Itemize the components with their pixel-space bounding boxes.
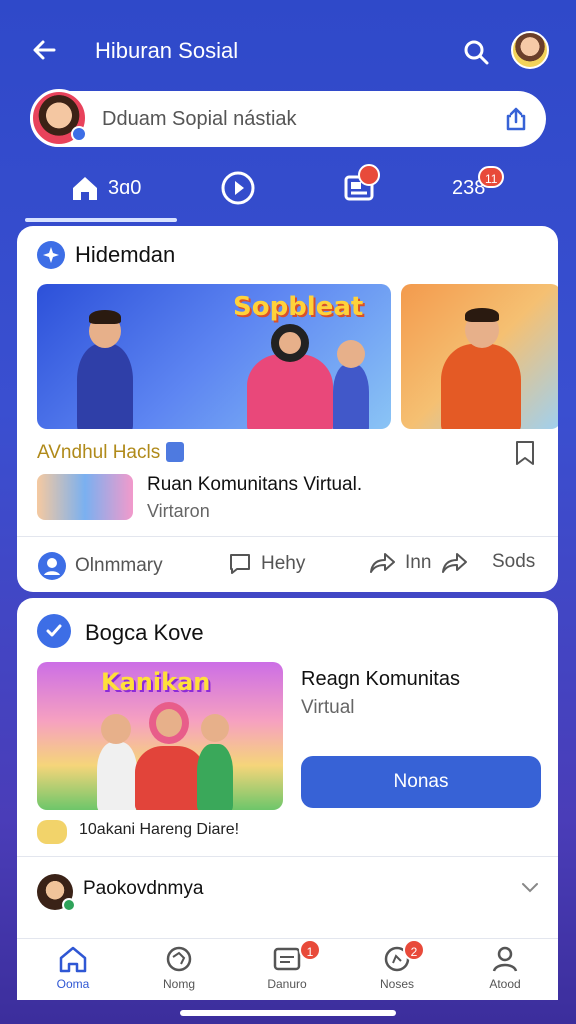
- room-thumbnail[interactable]: [37, 474, 133, 520]
- send-action[interactable]: Sods: [492, 551, 535, 573]
- banner-title-art: Kanikan: [101, 668, 211, 696]
- expand-button[interactable]: [519, 876, 545, 902]
- chevron-down-icon: [522, 883, 538, 893]
- tab-home[interactable]: 3ɑ0: [70, 160, 141, 216]
- tab-notifications[interactable]: 238 11: [452, 160, 505, 216]
- search-bar[interactable]: Dduam Sopial nástiak: [30, 89, 546, 147]
- share-arrow-icon: [370, 553, 395, 573]
- help-label: Hehy: [261, 553, 306, 574]
- nav-notifications[interactable]: Noses 2: [357, 939, 437, 999]
- app-header: Hiburan Sosial: [0, 0, 576, 100]
- feed-card-1: Hidemdan Sopbleat AVndhul Hacls Ruan Kom…: [17, 226, 558, 592]
- home-indicator[interactable]: [180, 1010, 396, 1016]
- forward-action[interactable]: [441, 551, 469, 575]
- profile-avatar[interactable]: [511, 31, 549, 69]
- user-icon: [492, 946, 518, 972]
- highlight-label: AVndhul Hacls: [37, 442, 161, 463]
- nav-news[interactable]: Danuro 1: [247, 939, 327, 999]
- card-title: Bogca Kove: [85, 620, 204, 645]
- community-banner[interactable]: Kanikan: [37, 662, 283, 810]
- room-title[interactable]: Reagn Komunitas: [301, 668, 460, 691]
- check-icon: [46, 624, 62, 637]
- nav-home-label: Ooma: [56, 977, 90, 991]
- tab-news[interactable]: 11: [344, 160, 380, 216]
- home-icon: [59, 946, 87, 973]
- bookmark-button[interactable]: [514, 440, 540, 466]
- nav-home[interactable]: Ooma: [33, 945, 113, 999]
- tab-bar: 3ɑ0 11 238 11: [0, 160, 576, 222]
- card-title: Hidemdan: [75, 242, 176, 267]
- banner-title-art: Sopbleat: [233, 292, 364, 322]
- comment-label: Olnmmary: [75, 555, 163, 576]
- sparkle-icon: [43, 247, 59, 263]
- nav-notifications-label: Noses: [379, 977, 414, 991]
- tab-home-label: 3ɑ0: [108, 176, 142, 199]
- status-dot: [71, 126, 87, 142]
- app-title: Hiburan Sosial: [95, 38, 239, 63]
- home-icon: [73, 177, 97, 200]
- tab-notifications-badge: 11: [478, 166, 505, 188]
- tab-video[interactable]: [220, 160, 256, 216]
- search-input[interactable]: Dduam Sopial nástiak: [102, 108, 297, 131]
- verified-icon: [37, 614, 71, 648]
- divider: [17, 536, 558, 537]
- divider: [17, 856, 558, 857]
- room-subtitle: Virtaron: [147, 501, 210, 521]
- share-action[interactable]: Inn: [369, 551, 431, 575]
- tab-active-indicator: [25, 218, 177, 222]
- nav-explore[interactable]: Nomg: [139, 945, 219, 999]
- nav-account-label: Atood: [489, 977, 521, 991]
- secondary-banner[interactable]: [401, 284, 558, 429]
- help-action[interactable]: Hehy: [227, 551, 305, 577]
- share-button[interactable]: [500, 103, 532, 135]
- play-circle-icon: [221, 171, 255, 205]
- coin-icon: [37, 820, 67, 844]
- bottom-nav: Ooma Nomg Danuro 1 Noses 2 Atood: [17, 938, 558, 1000]
- comment-action[interactable]: Olnmmary: [37, 551, 163, 581]
- tab-news-badge: 11: [358, 164, 380, 186]
- online-dot: [62, 898, 76, 912]
- bookmark-icon: [516, 441, 534, 465]
- user-avatar[interactable]: [30, 89, 88, 147]
- nav-account[interactable]: Atood: [465, 945, 545, 999]
- poster-name[interactable]: Paokovdnmya: [83, 878, 203, 900]
- nav-notifications-badge: 2: [403, 939, 425, 961]
- share-label: Inn: [405, 552, 432, 573]
- document-icon: [166, 442, 184, 462]
- room-subtitle: Virtual: [301, 697, 355, 718]
- nav-news-label: Danuro: [267, 977, 307, 991]
- user-circle-icon: [38, 552, 66, 580]
- poster-avatar[interactable]: [37, 874, 76, 912]
- room-title[interactable]: Ruan Komunitans Virtual.: [147, 474, 362, 496]
- newspaper-icon: [273, 947, 301, 971]
- share-icon: [506, 107, 526, 131]
- nav-explore-label: Nomg: [162, 977, 195, 991]
- back-button[interactable]: [26, 32, 62, 68]
- search-icon: [464, 40, 489, 65]
- category-icon: [37, 241, 65, 269]
- nav-news-badge: 1: [299, 939, 321, 961]
- search-button[interactable]: [458, 34, 494, 70]
- join-button[interactable]: Nonas: [301, 756, 541, 808]
- forward-icon: [442, 553, 467, 573]
- send-label: Sods: [492, 551, 536, 572]
- featured-banner[interactable]: Sopbleat: [37, 284, 391, 429]
- chat-bubble-icon: [230, 554, 250, 574]
- globe-icon: [166, 946, 192, 972]
- arrow-left-icon: [33, 40, 56, 60]
- vote-text: 10akani Hareng Diare!: [79, 821, 240, 838]
